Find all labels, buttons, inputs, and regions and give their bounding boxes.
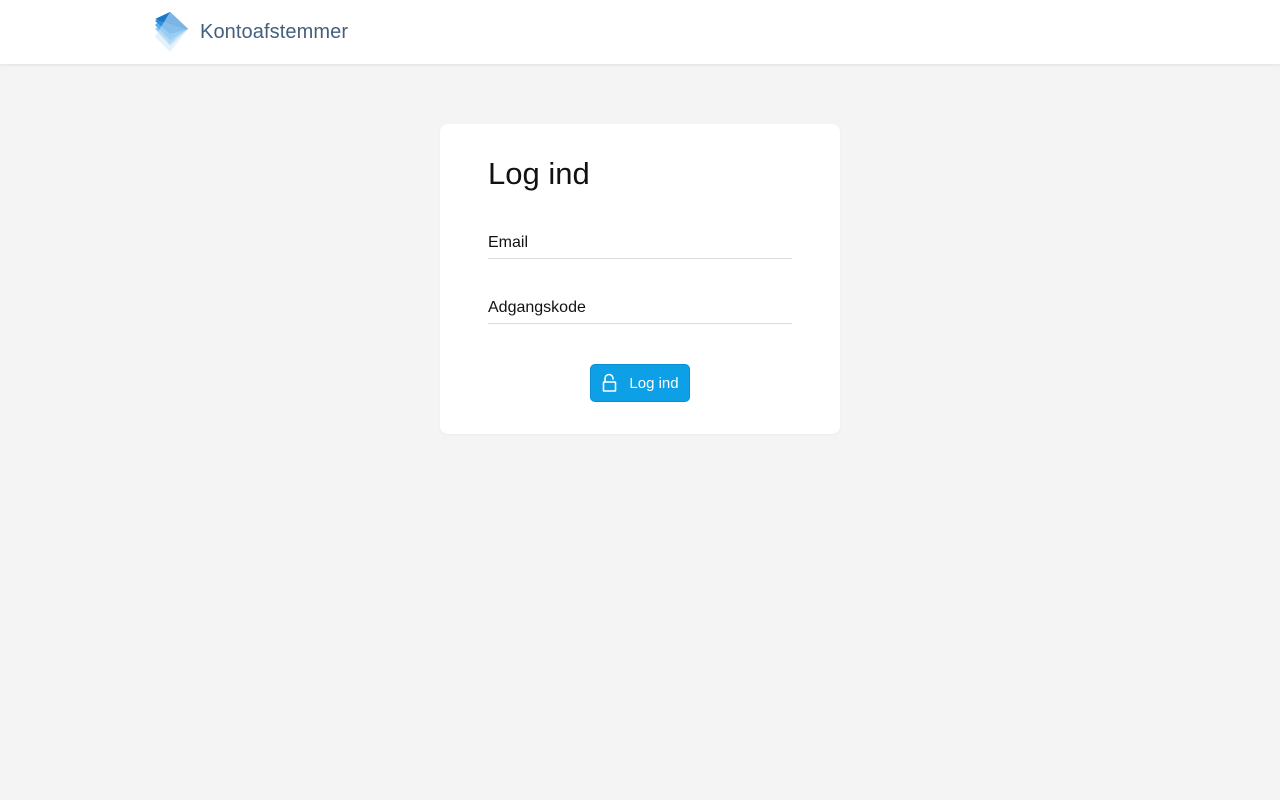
brand-home-link[interactable]: Kontoafstemmer	[154, 11, 348, 53]
password-input[interactable]	[488, 293, 792, 323]
brand-name: Kontoafstemmer	[200, 20, 349, 43]
brand-logo-icon	[155, 12, 188, 52]
unlock-icon	[603, 373, 617, 392]
login-title: Log ind	[488, 156, 590, 191]
top-navigation-bar: Kontoafstemmer	[0, 0, 1280, 64]
password-field	[488, 293, 792, 324]
login-button[interactable]: Log ind	[590, 364, 690, 402]
email-field	[488, 228, 792, 259]
email-input[interactable]	[488, 228, 792, 258]
login-button-label: Log ind	[629, 374, 679, 392]
